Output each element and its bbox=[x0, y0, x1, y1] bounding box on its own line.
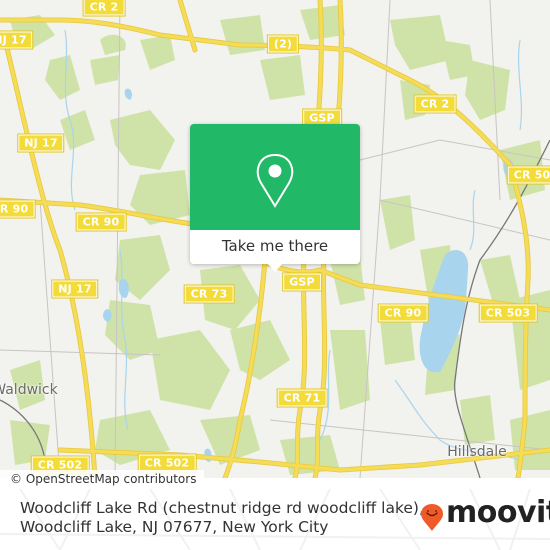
road-shield-cr71: CR 71 bbox=[276, 388, 328, 408]
road-shield-cr73: CR 73 bbox=[183, 284, 235, 304]
moovit-pin-icon bbox=[421, 504, 443, 531]
road-shield-cr90: CR 90 bbox=[75, 212, 127, 232]
road-shield-cr503: CR 503 bbox=[506, 165, 550, 185]
road-shield-cr502: CR 502 bbox=[137, 453, 197, 473]
take-me-there-button[interactable]: Take me there bbox=[190, 230, 360, 264]
moovit-wordmark: moovit bbox=[446, 495, 550, 530]
road-shield-cr503: CR 503 bbox=[478, 303, 538, 323]
place-label-waldwick: Waldwick bbox=[0, 382, 58, 398]
place-label-hillsdale: Hillsdale bbox=[447, 444, 507, 460]
road-shield-cr90: CR 90 bbox=[0, 199, 36, 219]
road-shield-cr2: CR 2 bbox=[413, 94, 457, 114]
location-popup: Take me there bbox=[190, 124, 360, 272]
map[interactable]: CR 2 NJ 17 (2) CR 2 GSP NJ 17 CR 503 CR … bbox=[0, 0, 550, 478]
map-pin-icon bbox=[256, 154, 294, 208]
map-attribution[interactable]: © OpenStreetMap contributors bbox=[0, 470, 205, 489]
footer: Woodcliff Lake Rd (chestnut ridge rd woo… bbox=[0, 489, 550, 550]
road-shield-nj17: NJ 17 bbox=[0, 30, 34, 50]
popup-pointer bbox=[267, 263, 283, 272]
road-shield-cr2: CR 2 bbox=[82, 0, 126, 17]
road-shield-gsp: GSP bbox=[282, 272, 322, 292]
address-line-2: Woodcliff Lake, NJ 07677, New York City bbox=[20, 518, 329, 536]
address-line-1: Woodcliff Lake Rd (chestnut ridge rd woo… bbox=[20, 499, 424, 517]
road-shield-nj17: NJ 17 bbox=[17, 133, 65, 153]
road-shield-nj17: NJ 17 bbox=[51, 279, 99, 299]
address-text: Woodcliff Lake Rd (chestnut ridge rd woo… bbox=[20, 499, 460, 537]
road-shield-route2: (2) bbox=[266, 34, 300, 54]
road-shield-cr90: CR 90 bbox=[377, 303, 429, 323]
